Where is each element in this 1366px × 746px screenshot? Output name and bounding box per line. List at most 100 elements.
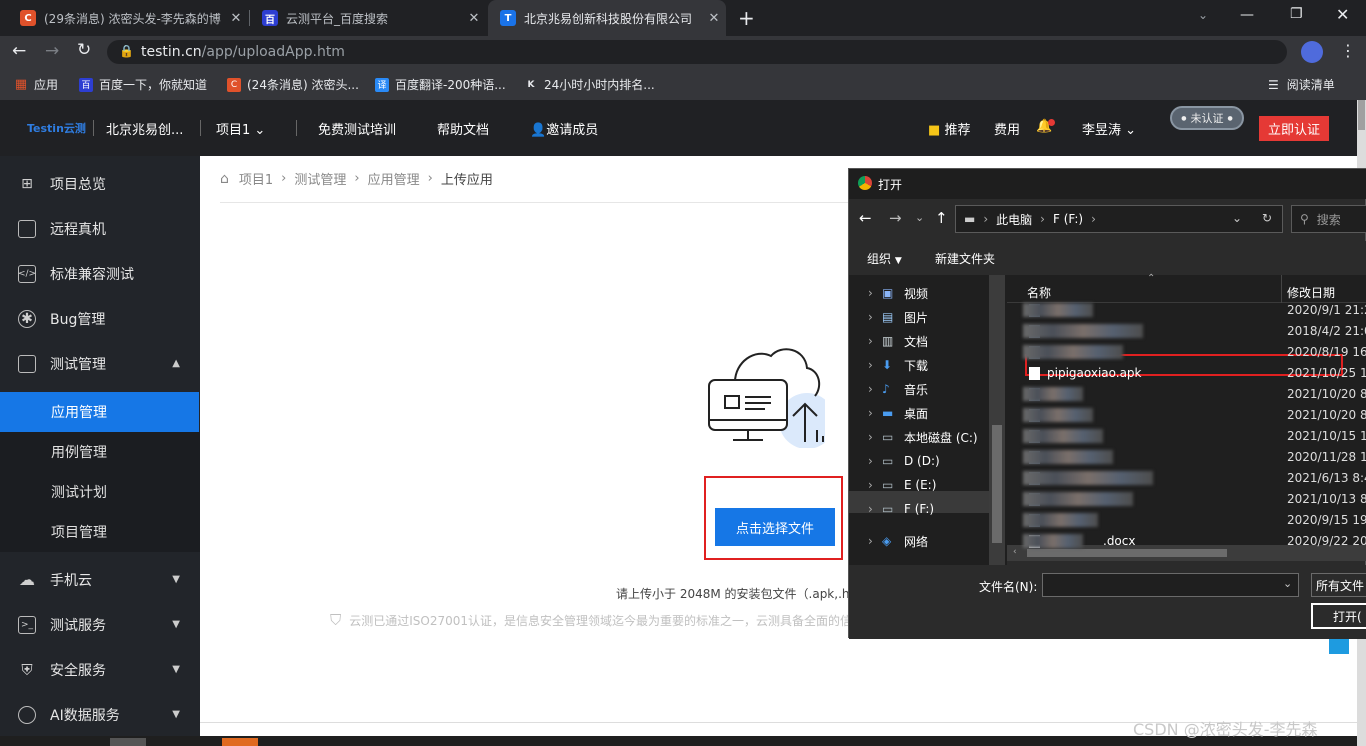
expand-chevron-icon[interactable]: › [868, 534, 882, 548]
project-dropdown[interactable]: 项目1 ⌄ [216, 119, 265, 138]
sidebar-item-compat-test[interactable]: </> 标准兼容测试 [0, 251, 200, 296]
sidebar-item-test-service[interactable]: >_ 测试服务 ▼ [0, 602, 200, 647]
refresh-icon[interactable]: ↻ [1262, 211, 1272, 225]
nav-training[interactable]: 免费测试培训 [318, 119, 396, 138]
user-menu[interactable]: 李昱涛 ⌄ [1082, 119, 1136, 138]
certify-now-button[interactable]: 立即认证 [1259, 116, 1329, 141]
file-row[interactable]: 2020/9/1 21:2 [1023, 300, 1366, 321]
back-icon[interactable]: ← [859, 209, 872, 227]
restore-icon[interactable]: ❐ [1290, 6, 1303, 22]
file-row[interactable]: 2020/9/15 19 [1023, 510, 1366, 531]
fees-link[interactable]: 费用 [994, 119, 1020, 138]
file-row[interactable]: 2021/6/13 8:4 [1023, 468, 1366, 489]
nav-item[interactable]: › ▭ 本地磁盘 (C:) [868, 425, 978, 449]
expand-chevron-icon[interactable]: › [868, 286, 882, 300]
expand-chevron-icon[interactable]: › [868, 358, 882, 372]
nav-invite-members[interactable]: 👤邀请成员 [530, 119, 598, 138]
nav-help-docs[interactable]: 帮助文档 [437, 119, 489, 138]
sidebar-item-security-service[interactable]: ⛨ 安全服务 ▼ [0, 647, 200, 692]
forward-icon[interactable]: → [889, 209, 902, 227]
nav-item[interactable]: › ▤ 图片 [868, 305, 928, 329]
path-bar[interactable]: ▬ › 此电脑 › F (F:) › ⌄ ↻ [955, 205, 1283, 233]
menu-icon[interactable]: ⋮ [1340, 41, 1356, 60]
file-row[interactable]: 2020/11/28 1 [1023, 447, 1366, 468]
path-segment[interactable]: 此电脑 [996, 211, 1032, 228]
new-tab-icon[interactable]: + [738, 6, 755, 30]
column-name[interactable]: 名称 [1027, 284, 1051, 301]
nav-item[interactable]: › ▣ 视频 [868, 281, 928, 305]
file-row[interactable]: 2018/4/2 21:0 [1023, 321, 1366, 342]
nav-item[interactable]: › ⬇ 下载 [868, 353, 928, 377]
file-row[interactable]: 2021/10/15 1 [1023, 426, 1366, 447]
company-name[interactable]: 北京兆易创... [106, 119, 183, 138]
filename-input[interactable]: ⌄ [1042, 573, 1299, 597]
sidebar-subitem-app-management[interactable]: 应用管理 [0, 392, 199, 432]
breadcrumb-item[interactable]: 应用管理 [368, 169, 420, 188]
bookmark-csdn[interactable]: C (24条消息) 浓密头... [227, 76, 359, 93]
organize-menu[interactable]: 组织 ▼ [867, 250, 902, 267]
expand-chevron-icon[interactable]: › [868, 430, 882, 444]
expand-chevron-icon[interactable]: › [868, 502, 882, 516]
nav-item[interactable]: › ◈ 网络 [868, 529, 928, 553]
expand-chevron-icon[interactable]: › [868, 382, 882, 396]
search-box[interactable]: ⚲ 搜索 [1291, 205, 1366, 233]
bell-icon[interactable]: 🔔 [1036, 119, 1055, 134]
breadcrumb-item[interactable]: 项目1 [239, 169, 273, 188]
nav-item[interactable]: › ▬ 桌面 [868, 401, 928, 425]
nav-item[interactable]: › ♪ 音乐 [868, 377, 928, 401]
file-row[interactable]: 2021/10/20 8 [1023, 405, 1366, 426]
sidebar-subitem-project-management[interactable]: 项目管理 [0, 512, 200, 552]
reading-list[interactable]: ☰ 阅读清单 [1268, 76, 1335, 93]
browser-tab-active[interactable]: T 北京兆易创新科技股份有限公司 ✕ [488, 0, 726, 36]
expand-chevron-icon[interactable]: › [868, 454, 882, 468]
reload-icon[interactable]: ↻ [77, 40, 91, 60]
file-row[interactable]: 2020/8/19 16: [1023, 342, 1366, 363]
url-bar[interactable]: 🔒 testin.cn/app/uploadApp.htm [107, 40, 1287, 64]
bookmark-apps[interactable]: ▦ 应用 [14, 76, 58, 93]
expand-chevron-icon[interactable]: › [868, 478, 882, 492]
nav-item[interactable]: › ▥ 文档 [868, 329, 928, 353]
minimize-icon[interactable]: — [1240, 7, 1254, 23]
chevron-down-icon[interactable]: ⌄ [1232, 211, 1242, 225]
file-row[interactable]: 2021/10/13 8 [1023, 489, 1366, 510]
forward-icon[interactable]: → [45, 41, 59, 61]
sidebar-item-overview[interactable]: ⊞ 项目总览 [0, 161, 200, 206]
path-segment[interactable]: F (F:) [1053, 212, 1083, 226]
profile-avatar[interactable] [1301, 41, 1323, 63]
nav-scrollbar[interactable] [989, 275, 1005, 565]
bookmark-k[interactable]: K 24小时小时内排名... [524, 76, 655, 93]
sidebar-subitem-case-management[interactable]: 用例管理 [0, 432, 200, 472]
sidebar-item-ai-data[interactable]: AI数据服务 ▼ [0, 692, 200, 737]
file-row[interactable]: pipigaoxiao.apk 2021/10/25 1 [1023, 363, 1366, 384]
nav-item[interactable]: › ▭ E (E:) [868, 473, 936, 497]
expand-chevron-icon[interactable]: › [868, 406, 882, 420]
file-type-filter[interactable]: 所有文件 [1311, 573, 1366, 597]
bookmark-translate[interactable]: 译 百度翻译-200种语... [375, 76, 506, 93]
recommend-link[interactable]: ■ 推荐 [928, 119, 970, 138]
close-window-icon[interactable]: ✕ [1336, 5, 1349, 24]
open-button[interactable]: 打开( [1311, 603, 1366, 629]
file-row[interactable]: .docx 2020/9/22 20 [1023, 531, 1366, 552]
tab-close-icon[interactable]: ✕ [462, 11, 486, 26]
home-icon[interactable]: ⌂ [220, 171, 229, 187]
tab-close-icon[interactable]: ✕ [702, 11, 726, 26]
nav-item[interactable]: › ▭ F (F:) [868, 497, 934, 521]
select-file-button[interactable]: 点击选择文件 [715, 508, 835, 546]
testin-logo[interactable]: Testin云测 [27, 120, 86, 136]
file-row[interactable]: 2021/10/20 8 [1023, 384, 1366, 405]
browser-tab-baidu[interactable]: 百 云测平台_百度搜索 ✕ [250, 0, 486, 36]
back-icon[interactable]: ← [12, 41, 26, 61]
breadcrumb-item[interactable]: 测试管理 [294, 169, 346, 188]
sidebar-item-bug[interactable]: ✱ Bug管理 [0, 296, 200, 341]
recent-dropdown-icon[interactable]: ⌄ [915, 211, 924, 224]
new-folder-button[interactable]: 新建文件夹 [935, 250, 995, 267]
up-icon[interactable]: ↑ [935, 209, 948, 227]
column-modified[interactable]: 修改日期 [1287, 284, 1335, 301]
expand-chevron-icon[interactable]: › [868, 334, 882, 348]
sidebar-item-phone-cloud[interactable]: ☁ 手机云 ▼ [0, 557, 200, 602]
browser-tab-csdn[interactable]: C (29条消息) 浓密头发-李先森的博 ✕ [8, 0, 248, 36]
nav-item[interactable]: › ▭ D (D:) [868, 449, 940, 473]
sidebar-item-remote-device[interactable]: 远程真机 [0, 206, 200, 251]
expand-chevron-icon[interactable]: › [868, 310, 882, 324]
sidebar-item-test-management[interactable]: 测试管理 ▲ [0, 341, 200, 386]
